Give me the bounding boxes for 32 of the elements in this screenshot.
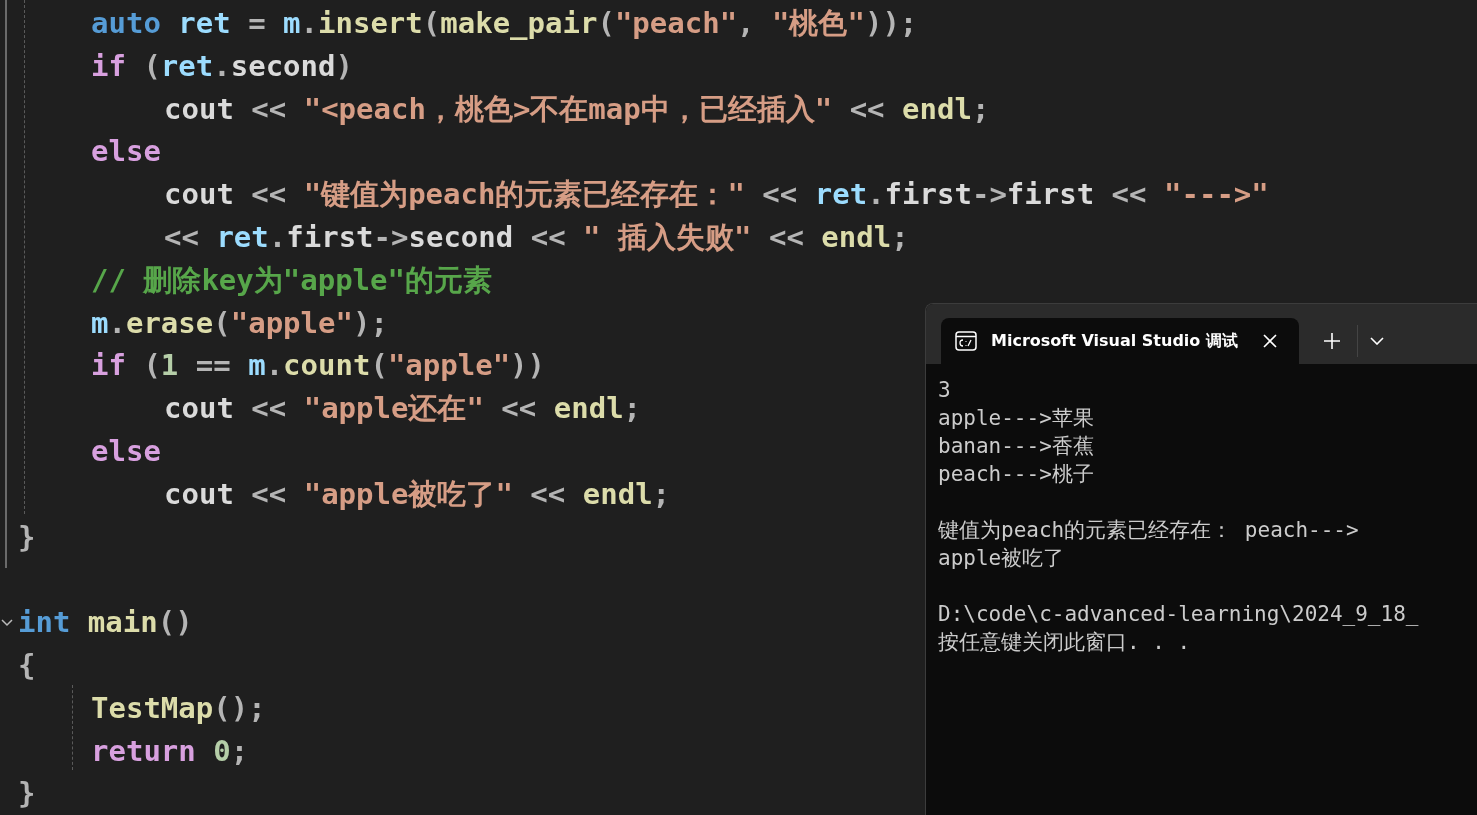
code-line: } [18, 518, 36, 555]
console-line: 键值为peach的元素已经存在： peach---> [938, 517, 1360, 544]
console-line: 3 [938, 377, 952, 404]
console-line: D:\code\c-advanced-learning\2024_9_18_ [938, 601, 1420, 628]
code-line: cout << "<peach，桃色>不在map中，已经插入" << endl; [164, 90, 990, 127]
code-line: cout << "键值为peach的元素已经存在：" << ret.first->first << "--->" [164, 176, 1269, 213]
code-line: cout << "apple被吃了" << endl; [164, 475, 671, 512]
code-line: return 0; [91, 732, 249, 769]
console-line: 按任意键关闭此窗口. . . [938, 629, 1192, 656]
code-line: if (1 == m.count("apple")) [91, 347, 546, 384]
console-icon [955, 331, 977, 351]
code-line: << ret.first->second << " 插入失败" << endl; [164, 219, 909, 255]
console-line: peach--->桃子 [938, 461, 1095, 488]
code-comment: // 删除key为"apple"的元素 [91, 261, 492, 298]
code-line: else [91, 432, 161, 469]
code-line: m.erase("apple"); [91, 304, 388, 341]
code-line: if (ret.second) [91, 47, 353, 84]
console-line: apple被吃了 [938, 545, 1066, 572]
terminal-tab[interactable]: Microsoft Visual Studio 调试 [941, 318, 1299, 364]
code-line: TestMap(); [91, 689, 266, 726]
code-line: int main() [18, 604, 193, 641]
plus-icon[interactable] [1324, 333, 1340, 349]
code-line: else [91, 133, 161, 170]
code-line: cout << "apple还在" << endl; [164, 390, 642, 427]
close-icon[interactable] [1263, 334, 1277, 348]
chevron-down-icon[interactable] [1370, 337, 1384, 345]
code-line: } [18, 775, 36, 812]
console-line: banan--->香蕉 [938, 433, 1095, 460]
chevron-down-icon[interactable] [1, 616, 13, 629]
code-line: auto ret = m.insert(make_pair("peach", "桃色")); [91, 5, 918, 41]
console-line: apple--->苹果 [938, 405, 1095, 432]
code-line: { [18, 646, 36, 683]
